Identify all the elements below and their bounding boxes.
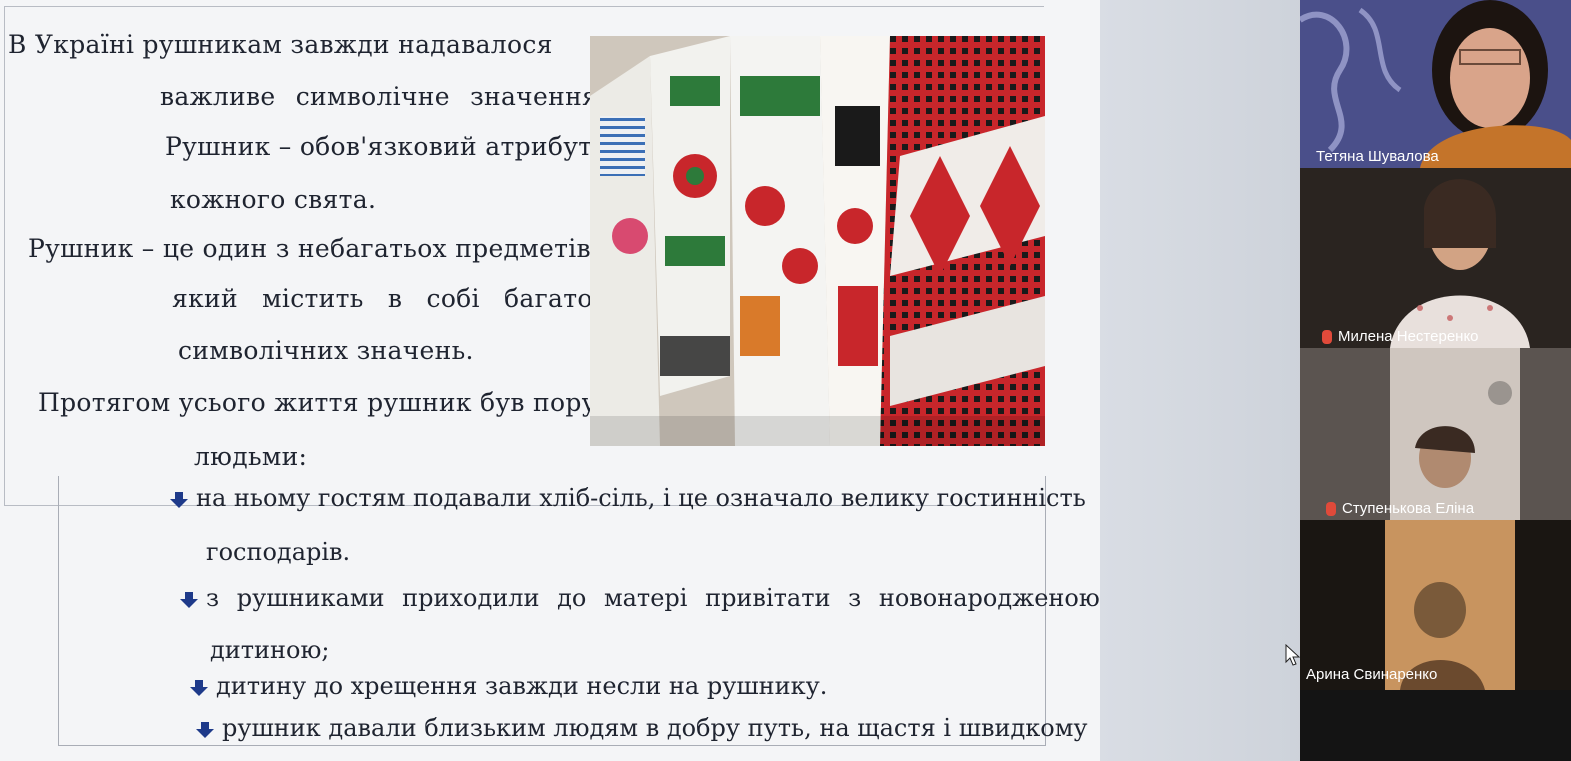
- bullet-continuation-1: господарів.: [206, 538, 351, 566]
- presentation-slide: В Україні рушникам завжди надавалося важ…: [0, 0, 1110, 761]
- intro-line-7: символічних значень.: [178, 336, 474, 365]
- intro-line-8: Протягом усього життя рушник був поруч з: [38, 388, 636, 417]
- intro-line-2: важливе символічне значення.: [160, 82, 607, 111]
- bullet-text-4: рушник давали близьким людям в добру пут…: [222, 714, 1088, 742]
- arrow-down-bullet-icon: [170, 491, 188, 508]
- participant-name-4: Арина Свинаренко: [1306, 666, 1438, 683]
- bullet-continuation-2: дитиною;: [210, 636, 330, 664]
- participant-tile-1[interactable]: Тетяна Шувалова: [1300, 0, 1571, 168]
- participant-video-1: [1300, 0, 1571, 168]
- mic-muted-icon: [1326, 502, 1336, 517]
- mouse-cursor-icon: [1285, 644, 1301, 666]
- arrow-down-bullet-icon: [180, 591, 198, 608]
- participant-video-4: [1300, 520, 1571, 690]
- bullet-item-2: з рушниками приходили до матері привітат…: [180, 584, 1100, 612]
- bullet-text-3: дитину до хрещення завжди несли на рушни…: [216, 672, 828, 700]
- intro-line-3: Рушник – обов'язковий атрибут: [165, 132, 593, 161]
- bullet-item-3: дитину до хрещення завжди несли на рушни…: [190, 672, 827, 700]
- intro-line-1: В Україні рушникам завжди надавалося: [8, 30, 553, 59]
- arrow-down-bullet-icon: [190, 679, 208, 696]
- bullet-text-1: на ньому гостям подавали хліб-сіль, і це…: [196, 484, 1086, 512]
- participant-video-2: [1300, 168, 1571, 348]
- towels-illustration: [590, 36, 1045, 446]
- meeting-background: [1100, 0, 1310, 761]
- participants-panel[interactable]: Тетяна Шувалова Милена Нестеренко Ступен…: [1300, 0, 1571, 761]
- mic-muted-icon: [1322, 330, 1332, 345]
- intro-line-6: який містить в собі багато: [172, 284, 593, 313]
- participant-name-2: Милена Нестеренко: [1322, 328, 1479, 345]
- participant-tile-2[interactable]: Милена Нестеренко: [1300, 168, 1571, 348]
- bullet-item-4: рушник давали близьким людям в добру пут…: [196, 714, 1088, 742]
- participant-name-1: Тетяна Шувалова: [1316, 148, 1439, 165]
- participant-name-3: Ступенькова Еліна: [1326, 500, 1474, 517]
- participant-video-3: [1300, 348, 1571, 520]
- bullet-text-2: з рушниками приходили до матері привітат…: [206, 584, 1100, 612]
- embroidered-towels-image: [590, 36, 1045, 446]
- intro-line-9: людьми:: [194, 442, 308, 471]
- intro-line-5: Рушник – це один з небагатьох предметів,: [28, 234, 600, 263]
- participant-tile-3[interactable]: Ступенькова Еліна: [1300, 348, 1571, 520]
- intro-line-4: кожного свята.: [170, 185, 377, 214]
- participant-tile-4[interactable]: Арина Свинаренко: [1300, 520, 1571, 690]
- arrow-down-bullet-icon: [196, 721, 214, 738]
- bullet-item-1: на ньому гостям подавали хліб-сіль, і це…: [170, 484, 1086, 512]
